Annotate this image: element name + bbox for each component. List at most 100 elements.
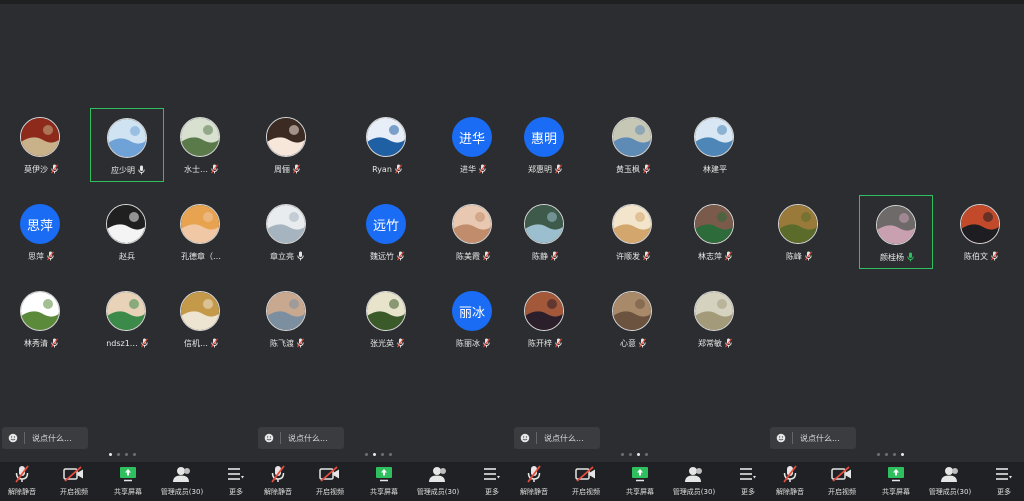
chat-placeholder: 说点什么... [800, 433, 840, 443]
participant-name: 魏远竹 [370, 251, 394, 261]
page-dot[interactable] [117, 453, 120, 456]
participant-name: 思萍 [28, 251, 44, 261]
participant-tile[interactable]: 惠明 郑惠明 [508, 108, 582, 182]
participant-tile[interactable]: 陈静 [508, 195, 582, 269]
start-video-button[interactable]: 开启视频 [304, 464, 356, 500]
toolbar-label: 解除静音 [8, 488, 36, 496]
avatar [20, 291, 60, 331]
emoji-icon[interactable] [520, 433, 530, 443]
participant-tile[interactable]: 远竹 魏远竹 [350, 195, 424, 269]
manage-members-button[interactable]: 管理成员(30) [156, 464, 208, 500]
emoji-icon[interactable] [776, 433, 786, 443]
participant-tile[interactable]: 赵兵 [90, 195, 164, 269]
start-video-button[interactable]: 开启视频 [816, 464, 868, 500]
mic-muted-icon [725, 338, 732, 348]
unmute-button[interactable]: 解除静音 [252, 464, 304, 500]
page-dot[interactable] [133, 453, 136, 456]
mic-muted-icon [783, 464, 797, 484]
toolbar-label: 解除静音 [264, 488, 292, 496]
unmute-button[interactable]: 解除静音 [764, 464, 816, 500]
emoji-icon[interactable] [264, 433, 274, 443]
avatar [107, 118, 147, 158]
page-dot[interactable] [877, 453, 880, 456]
emoji-icon[interactable] [8, 433, 18, 443]
participant-tile[interactable]: 陈飞渡 [250, 282, 324, 356]
participant-tile[interactable]: 丽冰 陈丽冰 [436, 282, 510, 356]
toolbar-label: 共享屏幕 [882, 488, 910, 496]
participant-tile[interactable]: 许顺发 [596, 195, 670, 269]
toolbar-label: 开启视频 [60, 488, 88, 496]
manage-members-button[interactable]: 管理成员(30) [668, 464, 720, 500]
participant-name: 莫伊沙 [24, 164, 48, 174]
chat-input[interactable]: 说点什么... [770, 427, 856, 449]
participant-tile[interactable]: 陈美霞 [436, 195, 510, 269]
page-dot[interactable] [381, 453, 384, 456]
avatar [612, 291, 652, 331]
participant-tile[interactable]: 思萍 思萍 [4, 195, 78, 269]
page-dot[interactable] [109, 453, 112, 456]
unmute-button[interactable]: 解除静音 [0, 464, 48, 500]
manage-members-button[interactable]: 管理成员(30) [924, 464, 976, 500]
participant-name: 陈美霞 [456, 251, 480, 261]
page-dot[interactable] [373, 453, 376, 456]
participant-tile[interactable]: 莫伊沙 [4, 108, 78, 182]
avatar [452, 204, 492, 244]
participant-tile[interactable]: 应少明 [90, 108, 164, 182]
share-screen-button[interactable]: 共享屏幕 [102, 464, 154, 500]
start-video-button[interactable]: 开启视频 [48, 464, 100, 500]
participant-tile[interactable]: 郑常敏 [678, 282, 752, 356]
page-dot[interactable] [125, 453, 128, 456]
participant-tile[interactable]: 黄玉枫 [596, 108, 670, 182]
more-icon [995, 464, 1013, 484]
participant-tile[interactable]: 陈峰 [762, 195, 836, 269]
page-dot[interactable] [365, 453, 368, 456]
page-dot[interactable] [637, 453, 640, 456]
more-icon [739, 464, 757, 484]
page-dot[interactable] [893, 453, 896, 456]
participant-name: 应少明 [111, 165, 135, 175]
page-dot[interactable] [645, 453, 648, 456]
avatar [876, 205, 916, 245]
unmute-button[interactable]: 解除静音 [508, 464, 560, 500]
page-dot[interactable] [901, 453, 904, 456]
mic-muted-icon [483, 338, 490, 348]
more-button[interactable]: 更多 [978, 464, 1024, 500]
participant-name: 进华 [460, 164, 476, 174]
chat-input[interactable]: 说点什么... [2, 427, 88, 449]
participant-tile[interactable]: Ryan [350, 108, 424, 182]
mic-muted-icon [297, 338, 304, 348]
participant-tile[interactable]: 林志萍 [678, 195, 752, 269]
share-screen-icon [631, 464, 649, 484]
page-dot[interactable] [885, 453, 888, 456]
participant-tile[interactable]: ndsz1… [90, 282, 164, 356]
chat-input[interactable]: 说点什么... [514, 427, 600, 449]
page-dot[interactable] [621, 453, 624, 456]
participant-tile[interactable]: 信机… [164, 282, 238, 356]
mic-muted-icon [394, 164, 402, 174]
share-screen-button[interactable]: 共享屏幕 [358, 464, 410, 500]
participant-name: 陈伯文 [964, 251, 988, 261]
participant-name: 陈开梓 [528, 338, 552, 348]
start-video-button[interactable]: 开启视频 [560, 464, 612, 500]
participant-tile[interactable]: 章立亮 [250, 195, 324, 269]
participant-tile[interactable]: 陈伯文 [944, 195, 1018, 269]
share-screen-button[interactable]: 共享屏幕 [870, 464, 922, 500]
participant-tile[interactable]: 颜桂杨 [859, 195, 933, 269]
chat-input[interactable]: 说点什么... [258, 427, 344, 449]
participant-tile[interactable]: 水士… [164, 108, 238, 182]
participant-tile[interactable]: 周俪 [250, 108, 324, 182]
meeting-toolbar: 解除静音 开启视频 共享屏幕 管理成员(30) 更多 [0, 462, 256, 501]
participant-tile[interactable]: 林秀清 [4, 282, 78, 356]
participant-tile[interactable]: 孔德章（… [164, 195, 238, 269]
manage-members-button[interactable]: 管理成员(30) [412, 464, 464, 500]
share-screen-button[interactable]: 共享屏幕 [614, 464, 666, 500]
participant-tile[interactable]: 心意 [596, 282, 670, 356]
participant-tile[interactable]: 张光英 [350, 282, 424, 356]
participant-tile[interactable]: 陈开梓 [508, 282, 582, 356]
page-dot[interactable] [389, 453, 392, 456]
participant-tile[interactable]: 进华 进华 [436, 108, 510, 182]
chat-placeholder: 说点什么... [544, 433, 584, 443]
participant-tile[interactable]: 林建平 [678, 108, 752, 182]
avatar [694, 204, 734, 244]
page-dot[interactable] [629, 453, 632, 456]
